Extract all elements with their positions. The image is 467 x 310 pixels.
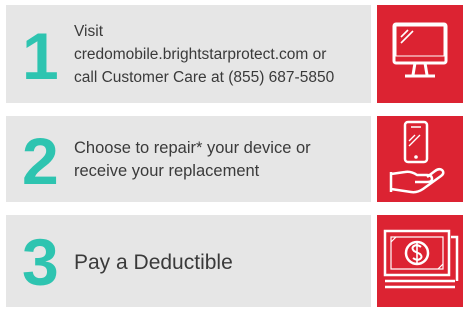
step-1-number: 1	[22, 19, 59, 93]
monitor-icon	[392, 22, 448, 78]
step-1-icon-box	[377, 5, 463, 103]
cash-stack-icon	[383, 229, 459, 289]
phone-in-hand-icon	[389, 120, 445, 194]
step-3-number: 3	[22, 225, 59, 299]
step-3-line-1: Pay a Deductible	[74, 251, 233, 274]
step-2-icon-box	[377, 116, 463, 202]
step-3-icon-box	[377, 215, 463, 307]
step-2-text: Choose to repair* your device or receive…	[74, 137, 311, 183]
step-1-line-2: credomobile.brightstarprotect.com or	[74, 46, 327, 63]
step-2-panel: 2 Choose to repair* your device or recei…	[6, 116, 371, 202]
step-2-line-2: receive your replacement	[74, 162, 260, 180]
step-2-number: 2	[22, 124, 59, 198]
step-2-line-1: Choose to repair* your device or	[74, 139, 311, 157]
step-1-line-3: call Customer Care at (855) 687-5850	[74, 69, 335, 86]
step-3-text: Pay a Deductible	[74, 250, 233, 276]
step-1-line-1: Visit	[74, 23, 104, 40]
step-1-panel: 1 Visit credomobile.brightstarprotect.co…	[6, 5, 371, 103]
step-1-text: Visit credomobile.brightstarprotect.com …	[74, 20, 334, 89]
step-3-panel: 3 Pay a Deductible	[6, 215, 371, 307]
